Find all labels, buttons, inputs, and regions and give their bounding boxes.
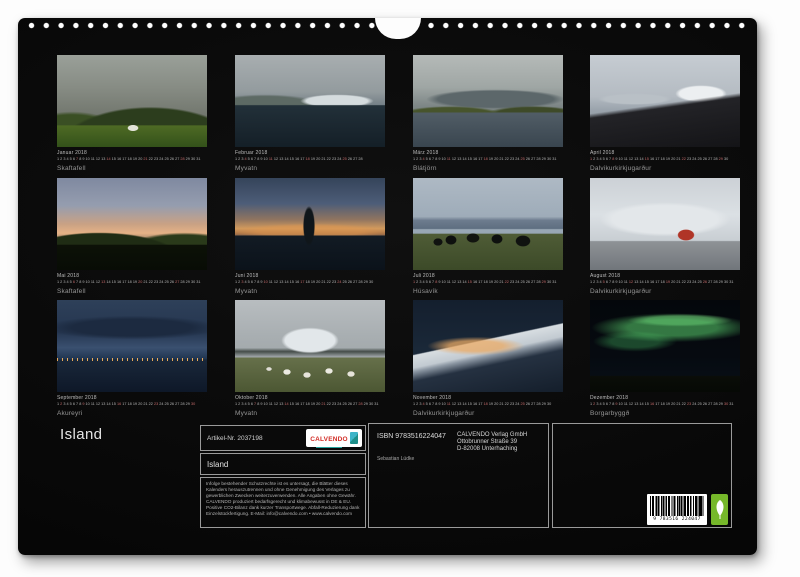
month-caption: Myvatn [235, 288, 385, 295]
month-caption: Myvatn [235, 165, 385, 172]
month-days-strip: 1234567891011121314151617181920212223242… [57, 280, 207, 285]
legal-notice-text: Infolge bestehender Schutzrechte ist es … [206, 481, 360, 516]
month-cell-april: April 2018 12345678910111213141516171819… [590, 55, 740, 172]
month-cell-may: Mai 2018 1234567891011121314151617181920… [57, 178, 207, 295]
month-label: Oktober 2018 [235, 395, 385, 401]
month-caption: Blátjörn [413, 165, 563, 172]
month-cell-march: März 2018 123456789101112131415161718192… [413, 55, 563, 172]
month-photo [235, 178, 385, 270]
month-days-strip: 1234567891011121314151617181920212223242… [413, 157, 563, 162]
month-cell-january: Januar 2018 1234567891011121314151617181… [57, 55, 207, 172]
month-label: Januar 2018 [57, 150, 207, 156]
month-caption: Dalvikurkirkjugarður [590, 288, 740, 295]
month-label: Juli 2018 [413, 273, 563, 279]
month-photo [57, 55, 207, 147]
month-cell-february: Februar 2018 123456789101112131415161718… [235, 55, 385, 172]
isbn: ISBN 9783516224047 [377, 433, 446, 440]
month-days-strip: 1234567891011121314151617181920212223242… [590, 157, 740, 162]
month-label: September 2018 [57, 395, 207, 401]
month-days-strip: 1234567891011121314151617181920212223242… [57, 157, 207, 162]
month-days-strip: 1234567891011121314151617181920212223242… [590, 280, 740, 285]
month-cell-december: Dezember 2018 12345678910111213141516171… [590, 300, 740, 417]
month-photo [590, 178, 740, 270]
month-caption: Dalvikurkirkjugarður [590, 165, 740, 172]
month-cell-september: September 2018 1234567891011121314151617… [57, 300, 207, 417]
leaf-glyph [714, 499, 726, 521]
month-cell-august: August 2018 1234567891011121314151617181… [590, 178, 740, 295]
month-photo [235, 55, 385, 147]
month-cell-june: Juni 2018 123456789101112131415161718192… [235, 178, 385, 295]
barcode: 9 783516 224047 [647, 494, 707, 525]
month-caption: Borgarbyggð [590, 410, 740, 417]
month-caption: Skaftafell [57, 288, 207, 295]
hanger-notch [375, 18, 421, 39]
month-cell-july: Juli 2018 123456789101112131415161718192… [413, 178, 563, 295]
month-photo [57, 178, 207, 270]
product-title: Island [60, 426, 102, 443]
month-label: Juni 2018 [235, 273, 385, 279]
month-caption: Dalvikurkirkjugarður [413, 410, 563, 417]
barcode-bars [650, 496, 704, 516]
logo-wordmark: CALVENDO [310, 436, 348, 443]
month-photo [590, 55, 740, 147]
month-days-strip: 1234567891011121314151617181920212223242… [57, 402, 207, 407]
logo-tagline-bar [316, 447, 342, 449]
article-number-box: Artikel-Nr. 2037198 CALVENDO [200, 425, 366, 451]
month-caption: Skaftafell [57, 165, 207, 172]
month-photo [413, 178, 563, 270]
logo-wordmark-wrap: CALVENDO [310, 428, 348, 449]
month-days-strip: 1234567891011121314151617181920212223242… [413, 402, 563, 407]
month-photo [57, 300, 207, 392]
month-days-strip: 1234567891011121314151617181920212223242… [590, 402, 740, 407]
month-caption: Myvatn [235, 410, 385, 417]
month-label: März 2018 [413, 150, 563, 156]
month-label: April 2018 [590, 150, 740, 156]
month-photo [413, 300, 563, 392]
month-days-strip: 1234567891011121314151617181920212223242… [413, 280, 563, 285]
barcode-box: 9 783516 224047 [552, 423, 732, 528]
calvendo-logo: CALVENDO [306, 429, 362, 447]
publisher-address: CALVENDO Verlag GmbH Ottobrunner Straße … [457, 432, 527, 453]
month-days-strip: 1234567891011121314151617181920212223242… [235, 280, 385, 285]
publisher-line: D-82008 Unterhaching [457, 446, 517, 452]
month-label: Dezember 2018 [590, 395, 740, 401]
author-name: Sebastian Lüdke [377, 456, 414, 462]
calendar-back-page: Januar 2018 1234567891011121314151617181… [18, 18, 757, 555]
publisher-line: CALVENDO Verlag GmbH [457, 432, 527, 438]
month-label: Februar 2018 [235, 150, 385, 156]
month-caption: Húsavík [413, 288, 563, 295]
publisher-line: Ottobrunner Straße 39 [457, 439, 517, 445]
month-cell-november: November 2018 12345678910111213141516171… [413, 300, 563, 417]
month-caption: Akureyri [57, 410, 207, 417]
month-label: Mai 2018 [57, 273, 207, 279]
month-label: November 2018 [413, 395, 563, 401]
month-photo [235, 300, 385, 392]
month-photo [590, 300, 740, 392]
logo-book-icon [350, 432, 358, 444]
month-photo [413, 55, 563, 147]
month-days-strip: 1234567891011121314151617181920212223242… [235, 157, 385, 162]
eco-leaf-icon [711, 494, 728, 525]
month-days-strip: 1234567891011121314151617181920212223242… [235, 402, 385, 407]
month-label: August 2018 [590, 273, 740, 279]
barcode-number: 9 783516 224047 [650, 517, 704, 522]
month-cell-october: Oktober 2018 123456789101112131415161718… [235, 300, 385, 417]
calendar-title: Island [207, 460, 228, 469]
legal-notice-box: Infolge bestehender Schutzrechte ist es … [200, 477, 366, 528]
publisher-info-box: ISBN 9783516224047 CALVENDO Verlag GmbH … [368, 423, 549, 528]
article-number: Artikel-Nr. 2037198 [207, 435, 263, 442]
calendar-title-box: Island [200, 453, 366, 475]
